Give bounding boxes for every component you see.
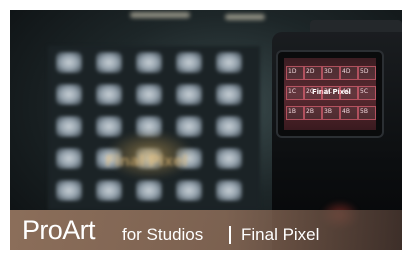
monitor-grid-label: 3B bbox=[324, 108, 332, 115]
led-panel bbox=[176, 180, 202, 201]
monitor-grid-label: 4D bbox=[342, 68, 351, 75]
brand-name: ProArt bbox=[22, 215, 96, 245]
led-panel bbox=[176, 84, 202, 105]
monitor-grid-label: 2B bbox=[306, 108, 314, 115]
monitor-grid-label: 2D bbox=[306, 68, 315, 75]
led-panel bbox=[216, 180, 242, 201]
monitor-grid-label: 1D bbox=[288, 68, 297, 75]
led-panel bbox=[136, 52, 162, 73]
camera-monitor: Final Pixel 1D 2D 3D 4D 5D 1C 2C 3C 4C 5C 1B 2B 3B 4B… bbox=[278, 52, 382, 136]
monitor-grid-label: 3D bbox=[324, 68, 333, 75]
monitor-grid-label: 5B bbox=[360, 108, 368, 115]
led-panel bbox=[56, 84, 82, 105]
monitor-screen: Final Pixel 1D 2D 3D 4D 5D 1C 2C 3C 4C 5C 1B 2B 3B 4B… bbox=[284, 58, 376, 130]
tagline: for Studios bbox=[122, 225, 204, 244]
caption-divider bbox=[229, 226, 231, 244]
led-panel bbox=[96, 180, 122, 201]
led-panel bbox=[216, 52, 242, 73]
monitor-grid-label: 5D bbox=[360, 68, 369, 75]
led-panel bbox=[96, 52, 122, 73]
monitor-grid-label: 3C bbox=[324, 88, 333, 95]
led-panel bbox=[176, 52, 202, 73]
led-panel bbox=[56, 148, 82, 169]
led-panel bbox=[136, 180, 162, 201]
led-panel bbox=[216, 84, 242, 105]
led-panel bbox=[136, 84, 162, 105]
subject-name: Final Pixel bbox=[241, 225, 320, 244]
led-panel bbox=[96, 84, 122, 105]
monitor-grid-label: 4C bbox=[342, 88, 351, 95]
monitor-grid-label: 2C bbox=[306, 88, 315, 95]
led-panel bbox=[56, 116, 82, 137]
monitor-grid-label: 4B bbox=[342, 108, 350, 115]
led-panel bbox=[216, 116, 242, 137]
led-panel bbox=[56, 52, 82, 73]
monitor-grid-label: 1B bbox=[288, 108, 296, 115]
ceiling-light bbox=[130, 12, 190, 18]
led-panel bbox=[56, 180, 82, 201]
ceiling-light bbox=[225, 14, 265, 20]
monitor-grid-label: 5C bbox=[360, 88, 369, 95]
led-wall bbox=[48, 46, 260, 210]
led-panel bbox=[216, 148, 242, 169]
wall-logo: Final Pixel bbox=[105, 152, 188, 170]
monitor-grid-label: 1C bbox=[288, 88, 297, 95]
